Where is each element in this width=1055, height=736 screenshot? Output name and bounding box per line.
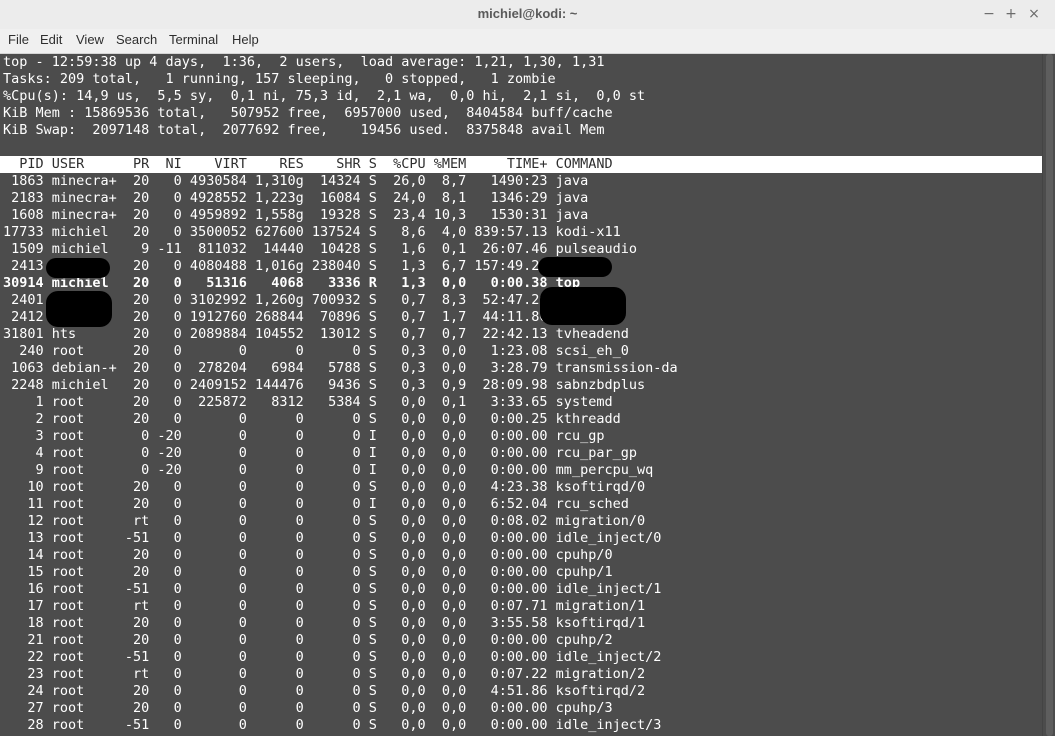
process-row: 12 root rt 0 0 0 0 S 0,0 0,0 0:08.02 mig… [3, 513, 646, 529]
close-icon[interactable]: × [1025, 5, 1043, 23]
scrollbar[interactable] [1042, 54, 1055, 736]
redaction-command-2413 [538, 257, 612, 277]
process-row: 24 root 20 0 0 0 0 S 0,0 0,0 4:51.86 kso… [3, 683, 646, 699]
process-row: 16 root -51 0 0 0 0 S 0,0 0,0 0:00.00 id… [3, 581, 662, 597]
process-row: 17733 michiel 20 0 3500052 627600 137524… [3, 224, 621, 240]
menu-terminal[interactable]: Terminal [169, 32, 218, 47]
process-row: 21 root 20 0 0 0 0 S 0,0 0,0 0:00.00 cpu… [3, 632, 613, 648]
process-row: 9 root 0 -20 0 0 0 I 0,0 0,0 0:00.00 mm_… [3, 462, 654, 478]
process-row: 23 root rt 0 0 0 0 S 0,0 0,0 0:07.22 mig… [3, 666, 646, 682]
process-row: 13 root -51 0 0 0 0 S 0,0 0,0 0:00.00 id… [3, 530, 662, 546]
process-row: 14 root 20 0 0 0 0 S 0,0 0,0 0:00.00 cpu… [3, 547, 613, 563]
scrollbar-thumb[interactable] [1046, 54, 1053, 736]
process-row: 15 root 20 0 0 0 0 S 0,0 0,0 0:00.00 cpu… [3, 564, 613, 580]
process-row: 1863 minecra+ 20 0 4930584 1,310g 14324 … [3, 173, 589, 189]
menu-help[interactable]: Help [232, 32, 259, 47]
process-row: 4 root 0 -20 0 0 0 I 0,0 0,0 0:00.00 rcu… [3, 445, 637, 461]
minimize-icon[interactable]: − [980, 5, 998, 23]
redaction-user-2401-2412 [46, 291, 112, 327]
menu-search[interactable]: Search [116, 32, 157, 47]
process-row: 1 root 20 0 225872 8312 5384 S 0,0 0,1 3… [3, 394, 613, 410]
summary-uptime: top - 12:59:38 up 4 days, 1:36, 2 users,… [3, 54, 605, 70]
process-row: 31801 hts 20 0 2089884 104552 13012 S 0,… [3, 326, 629, 342]
process-row: 240 root 20 0 0 0 0 S 0,3 0,0 1:23.08 sc… [3, 343, 629, 359]
menu-file[interactable]: File [8, 32, 29, 47]
window-title: michiel@kodi: ~ [477, 6, 578, 21]
summary-tasks: Tasks: 209 total, 1 running, 157 sleepin… [3, 71, 556, 87]
menu-view[interactable]: View [76, 32, 104, 47]
process-row: 1608 minecra+ 20 0 4959892 1,558g 19328 … [3, 207, 589, 223]
process-row: 17 root rt 0 0 0 0 S 0,0 0,0 0:07.71 mig… [3, 598, 646, 614]
process-row: 22 root -51 0 0 0 0 S 0,0 0,0 0:00.00 id… [3, 649, 662, 665]
process-row: 1509 michiel 9 -11 811032 14440 10428 S … [3, 241, 637, 257]
process-row: 18 root 20 0 0 0 0 S 0,0 0,0 3:55.58 kso… [3, 615, 646, 631]
summary-swap: KiB Swap: 2097148 total, 2077692 free, 1… [3, 122, 605, 138]
summary-cpu: %Cpu(s): 14,9 us, 5,5 sy, 0,1 ni, 75,3 i… [3, 88, 646, 104]
maximize-icon[interactable]: + [1002, 5, 1020, 23]
summary-mem: KiB Mem : 15869536 total, 507952 free, 6… [3, 105, 613, 121]
process-row: 3 root 0 -20 0 0 0 I 0,0 0,0 0:00.00 rcu… [3, 428, 605, 444]
process-row: 2248 michiel 20 0 2409152 144476 9436 S … [3, 377, 646, 393]
process-row: 2183 minecra+ 20 0 4928552 1,223g 16084 … [3, 190, 589, 206]
process-row: 28 root -51 0 0 0 0 S 0,0 0,0 0:00.00 id… [3, 717, 662, 733]
process-row: 1063 debian-+ 20 0 278204 6984 5788 S 0,… [3, 360, 678, 376]
process-row: 11 root 20 0 0 0 0 I 0,0 0,0 6:52.04 rcu… [3, 496, 629, 512]
window-titlebar[interactable]: michiel@kodi: ~ − + × [0, 0, 1055, 30]
process-row: 27 root 20 0 0 0 0 S 0,0 0,0 0:00.00 cpu… [3, 700, 613, 716]
menubar: File Edit View Search Terminal Help [0, 29, 1055, 54]
redaction-command-2401-2412 [540, 287, 626, 325]
terminal-area[interactable]: top - 12:59:38 up 4 days, 1:36, 2 users,… [0, 54, 1042, 736]
menu-edit[interactable]: Edit [40, 32, 62, 47]
process-table-header: PID USER PR NI VIRT RES SHR S %CPU %MEM … [0, 156, 1042, 173]
process-row: 10 root 20 0 0 0 0 S 0,0 0,0 4:23.38 kso… [3, 479, 646, 495]
redaction-user-2413 [46, 258, 110, 278]
process-row: 2 root 20 0 0 0 0 S 0,0 0,0 0:00.25 kthr… [3, 411, 621, 427]
